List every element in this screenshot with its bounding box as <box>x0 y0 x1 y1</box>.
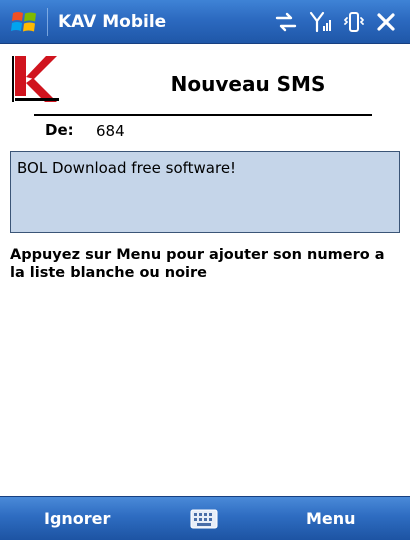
header-divider <box>34 114 372 116</box>
menu-button[interactable]: Menu <box>306 509 356 528</box>
message-body[interactable]: BOL Download free software! <box>10 151 400 233</box>
keyboard-icon[interactable] <box>190 509 218 529</box>
title-separator <box>47 8 48 36</box>
ignore-button[interactable]: Ignorer <box>44 509 110 528</box>
sender-number: 684 <box>96 122 125 140</box>
signal-icon[interactable] <box>308 10 332 34</box>
title-bar: KAV Mobile <box>0 0 410 44</box>
softkey-bar: Ignorer Menu <box>0 496 410 540</box>
windows-start-icon[interactable] <box>10 8 38 36</box>
from-label: De: <box>45 121 74 139</box>
page-title: Nouveau SMS <box>170 72 326 96</box>
instruction-text: Appuyez sur Menu pour ajouter son numero… <box>10 247 385 281</box>
vibrate-icon[interactable] <box>342 10 366 34</box>
sync-icon[interactable] <box>274 10 298 34</box>
app-title: KAV Mobile <box>58 12 167 32</box>
close-icon[interactable] <box>373 9 399 35</box>
kaspersky-logo <box>12 56 59 102</box>
